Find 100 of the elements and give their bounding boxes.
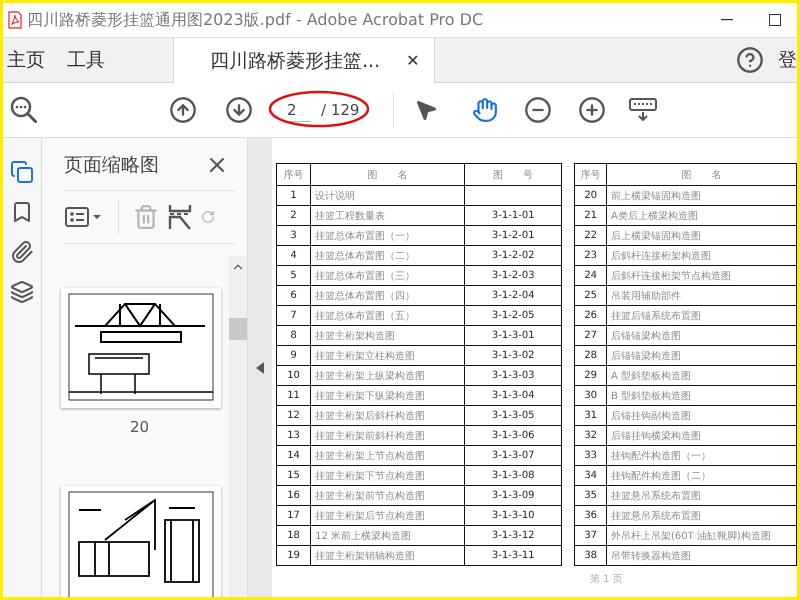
tab[interactable]: 工具: [63, 38, 123, 82]
table-cell: 16: [276, 486, 311, 506]
table-cell: B 型斜垫板构造图: [606, 386, 796, 406]
window-title: 四川路桥菱形挂篮通用图2023版.pdf - Adobe Acrobat Pro DC: [27, 10, 484, 30]
table-cell: 38: [574, 546, 607, 566]
table-cell: 3-1-3-06: [464, 426, 562, 446]
pointer-icon[interactable]: [414, 98, 438, 122]
table-cell: 3-1-3-12: [464, 526, 562, 546]
table-cell: 19: [276, 546, 311, 566]
table-cell: 挂篮主桁架后节点构造图: [310, 506, 465, 526]
scrollbar[interactable]: [229, 256, 247, 597]
table-cell: 3-1-2-01: [464, 226, 562, 246]
pages-icon[interactable]: [10, 160, 34, 184]
table-cell: 后锚锚梁构造图: [606, 346, 796, 366]
column-header: 图 名: [310, 164, 465, 186]
column-header: 图 名: [606, 164, 796, 186]
table-cell: 1: [276, 186, 311, 206]
keyboard-icon[interactable]: [628, 97, 658, 123]
sign-in-link[interactable]: 登: [764, 38, 797, 82]
table-cell: 挂篮总体布置图（五）: [310, 306, 465, 326]
table-cell: 挂篮后锚系统布置图: [606, 306, 796, 326]
table-cell: 挂篮主桁架前节点构造图: [310, 486, 465, 506]
table-cell: 3-1-3-04: [464, 386, 562, 406]
table-cell: 挂篮主桁架构造图: [310, 326, 465, 346]
table-cell: 挂篮主桁架上节点构造图: [310, 446, 465, 466]
table-cell: 3-1-2-03: [464, 266, 562, 286]
table-cell: 挂篮总体布置图（一）: [310, 226, 465, 246]
zoom-in-icon[interactable]: [578, 96, 606, 124]
table-cell: 2: [276, 206, 311, 226]
table-cell: 挂钩配件构造图（一）: [606, 446, 796, 466]
table-cell: 25: [574, 286, 607, 306]
table-cell: 27: [574, 326, 607, 346]
table-cell: 37: [574, 526, 607, 546]
table-cell: 挂篮总体布置图（三）: [310, 266, 465, 286]
extract-icon[interactable]: [167, 203, 193, 231]
table-cell: 33: [574, 446, 607, 466]
page-footer: 第 1 页: [590, 572, 623, 586]
table-cell: 18: [276, 526, 311, 546]
table-cell: 3-1-3-08: [464, 466, 562, 486]
table-cell: 后上横梁锚固构造图: [606, 226, 796, 246]
table-cell: 挂篮工程数量表: [310, 206, 465, 226]
table-cell: 9: [276, 346, 311, 366]
layers-icon[interactable]: [10, 280, 34, 304]
table-cell: 3-1-2-02: [464, 246, 562, 266]
table-cell: 4: [276, 246, 311, 266]
table-cell: 挂篮主桁架销轴构造图: [310, 546, 465, 566]
table-cell: 3-1-3-10: [464, 506, 562, 526]
table-cell: 设计说明: [310, 186, 465, 206]
table-cell: 17: [276, 506, 311, 526]
scroll-thumb[interactable]: [229, 318, 247, 340]
column-header: 序号: [276, 164, 311, 186]
hand-icon[interactable]: [472, 97, 498, 123]
table-cell: 10: [276, 366, 311, 386]
table-cell: A类后上横梁构造图: [606, 206, 796, 226]
tab[interactable]: 四川路桥菱形挂篮... ✕: [173, 38, 435, 83]
table-cell: 外吊杆上吊架(60T 油缸靴脚)构造图: [606, 526, 796, 546]
table-cell: 后锚挂钩横梁构造图: [606, 426, 796, 446]
table-cell: 24: [574, 266, 607, 286]
table-cell: 13: [276, 426, 311, 446]
zoom-out-icon[interactable]: [524, 96, 552, 124]
close-button[interactable]: ✕: [406, 51, 420, 70]
table-cell: 后斜杆连接桁架节点构造图: [606, 266, 796, 286]
table-cell: 后斜杆连接桁架构造图: [606, 246, 796, 266]
table-cell: 12 米前上横梁构造图: [310, 526, 465, 546]
table-cell: 22: [574, 226, 607, 246]
table-cell: 3-1-3-02: [464, 346, 562, 366]
table-cell: 3: [276, 226, 311, 246]
search-icon[interactable]: [9, 95, 39, 125]
table-cell: 吊带转换器构造图: [606, 546, 796, 566]
collapse-icon[interactable]: [256, 362, 264, 374]
previous-page-icon[interactable]: [169, 96, 197, 124]
next-page-icon[interactable]: [225, 96, 253, 124]
table-cell: 3-1-3-01: [464, 326, 562, 346]
paperclip-icon[interactable]: [10, 240, 34, 264]
table-cell: 挂篮主桁架立柱构造图: [310, 346, 465, 366]
tab-label: 四川路桥菱形挂篮...: [210, 48, 380, 74]
table-cell: 后锚挂钩副构造图: [606, 406, 796, 426]
table-cell: 挂钩配件构造图（二）: [606, 466, 796, 486]
column-header: 序号: [574, 164, 607, 186]
table-cell: 14: [276, 446, 311, 466]
table-cell: A 型斜垫板构造图: [606, 366, 796, 386]
tab-label: 工具: [67, 48, 105, 73]
table-cell: 7: [276, 306, 311, 326]
options-icon[interactable]: [64, 205, 104, 229]
table-cell: 挂篮主桁架下节点构造图: [310, 466, 465, 486]
table-cell: 12: [276, 406, 311, 426]
table-cell: 8: [276, 326, 311, 346]
table-cell: 11: [276, 386, 311, 406]
table-cell: 36: [574, 506, 607, 526]
table-cell: 5: [276, 266, 311, 286]
table-cell: 21: [574, 206, 607, 226]
table-cell: 35: [574, 486, 607, 506]
table-cell: 挂篮总体布置图（四）: [310, 286, 465, 306]
table-cell: 15: [276, 466, 311, 486]
table-cell: 3-1-2-04: [464, 286, 562, 306]
table-cell: 挂篮主桁架前斜杆构造图: [310, 426, 465, 446]
tab[interactable]: 主页: [3, 38, 63, 82]
table-cell: 31: [574, 406, 607, 426]
table-cell: 26: [574, 306, 607, 326]
page-number-field[interactable]: 2: [283, 98, 311, 122]
